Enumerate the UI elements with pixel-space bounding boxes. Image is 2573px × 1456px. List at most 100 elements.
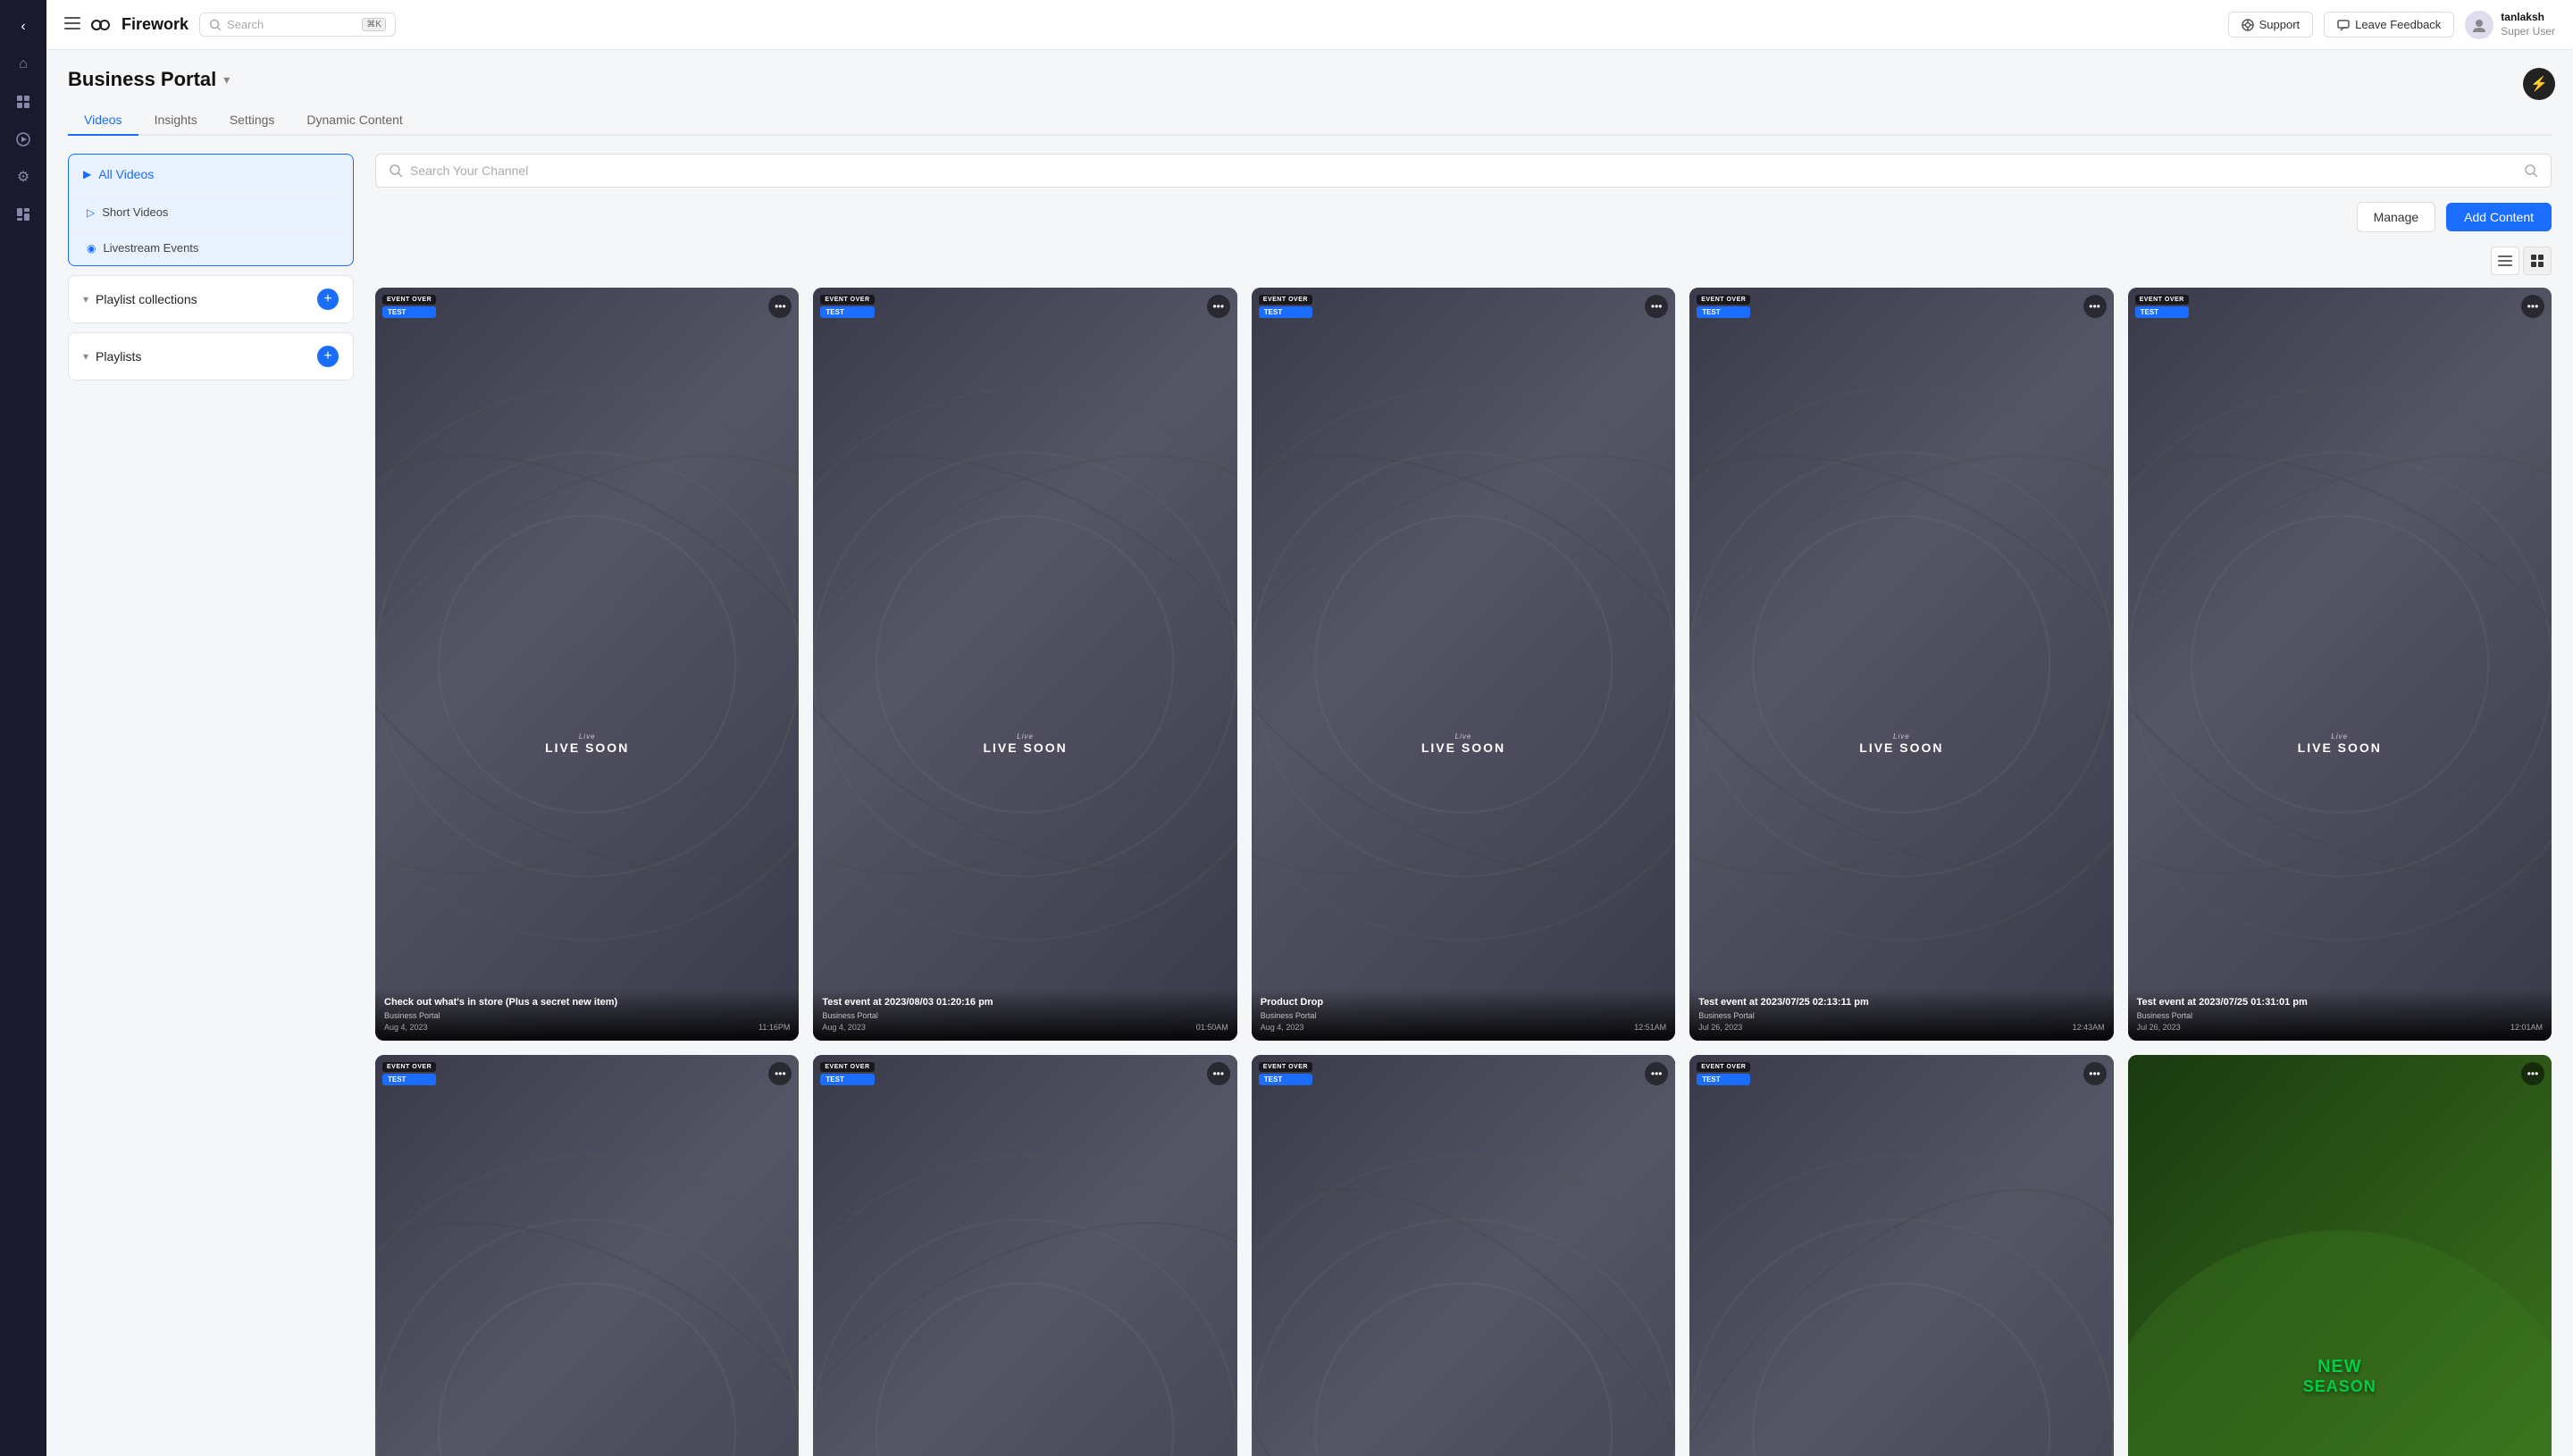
video-card[interactable]: Live LIVE SOON EVENT OVER TEST ••• [2128, 288, 2552, 1041]
more-options-button[interactable]: ••• [1207, 1062, 1230, 1085]
main-wrapper: Firework Search ⌘K Support [46, 0, 2573, 1456]
home-icon[interactable]: ⌂ [7, 48, 39, 80]
playlist-collections-header[interactable]: ▾ Playlist collections + [69, 276, 353, 322]
event-over-badge: EVENT OVER [382, 1062, 436, 1072]
video-channel: Business Portal [2137, 1011, 2543, 1020]
all-videos-item[interactable]: ▶ All Videos [69, 155, 353, 194]
chevron-down-icon-2: ▾ [83, 350, 88, 363]
grid-icon[interactable] [7, 86, 39, 118]
main-content: Manage Add Content [354, 154, 2552, 1456]
list-view-button[interactable] [2491, 247, 2519, 275]
video-card[interactable]: NEW SEASON ••• [2128, 1055, 2552, 1456]
more-options-button[interactable]: ••• [2083, 295, 2107, 318]
channel-search-bar[interactable] [375, 154, 2552, 188]
more-options-button[interactable]: ••• [2521, 1062, 2544, 1085]
user-name: tanlaksh [2501, 11, 2555, 25]
leave-feedback-button[interactable]: Leave Feedback [2324, 12, 2454, 38]
more-options-button[interactable]: ••• [2521, 295, 2544, 318]
video-meta: Jul 26, 202312:43AM [1698, 1023, 2104, 1032]
video-title: Test event at 2023/07/25 01:31:01 pm [2137, 996, 2543, 1008]
livestream-item[interactable]: ◉ Livestream Events [69, 230, 353, 265]
short-video-icon: ▷ [87, 206, 95, 219]
tab-settings[interactable]: Settings [214, 105, 291, 136]
user-menu[interactable]: tanlaksh Super User [2465, 11, 2555, 39]
add-content-button[interactable]: Add Content [2446, 203, 2552, 231]
dashboard-icon[interactable] [7, 198, 39, 230]
page-title: Business Portal [68, 68, 216, 91]
video-card[interactable]: EVENT OVER TEST ••• [1689, 1055, 2113, 1456]
user-role: Super User [2501, 25, 2555, 39]
search-shortcut: ⌘K [362, 18, 386, 31]
playlists-header[interactable]: ▾ Playlists + [69, 333, 353, 380]
event-over-badge: EVENT OVER [382, 295, 436, 305]
search-bar[interactable]: Search ⌘K [199, 13, 396, 37]
video-channel: Business Portal [384, 1011, 790, 1020]
more-options-button[interactable]: ••• [1645, 295, 1668, 318]
avatar [2465, 11, 2493, 39]
video-meta: Aug 4, 202312:51AM [1261, 1023, 1666, 1032]
topbar-right: Support Leave Feedback tanlaksh Super Us… [2228, 11, 2555, 39]
sidebar-playlist-collections[interactable]: ▾ Playlist collections + [68, 275, 354, 323]
event-over-badge: EVENT OVER [820, 1062, 874, 1072]
icon-rail: ‹ ⌂ ⚙ [0, 0, 46, 1456]
test-badge: TEST [820, 1074, 874, 1085]
more-options-button[interactable]: ••• [1645, 1062, 1668, 1085]
test-badge: TEST [1697, 1074, 1750, 1085]
play-icon: ▶ [83, 168, 91, 180]
sidebar-all-videos[interactable]: ▶ All Videos ▷ Short Videos ◉ Livestream… [68, 154, 354, 266]
video-card[interactable]: Live LIVE SOON EVENT OVER TEST ••• [813, 288, 1236, 1041]
logo-text: Firework [122, 15, 189, 34]
add-playlist-button[interactable]: + [317, 346, 339, 367]
event-over-badge: EVENT OVER [2135, 295, 2189, 305]
tab-dynamic-content[interactable]: Dynamic Content [290, 105, 418, 136]
all-videos-label: All Videos [98, 167, 154, 181]
playlists-left: ▾ Playlists [83, 349, 141, 364]
playlist-collections-label: Playlist collections [96, 292, 197, 306]
video-card[interactable]: Live LIVE SOON EVENT OVER TEST ••• [1252, 288, 1675, 1041]
video-meta: Aug 4, 2023 11:16PM [384, 1023, 790, 1032]
test-badge: TEST [1259, 306, 1312, 318]
video-card[interactable]: EVENT OVER TEST ••• [375, 1055, 799, 1456]
event-over-badge: EVENT OVER [1259, 1062, 1312, 1072]
video-card[interactable]: Live LIVE SOON EVENT OVER TEST ••• [1689, 288, 2113, 1041]
settings-icon[interactable]: ⚙ [7, 161, 39, 193]
channel-search-input[interactable] [410, 163, 2517, 178]
tab-videos[interactable]: Videos [68, 105, 138, 136]
logo: Firework [91, 15, 189, 34]
grid-view-button[interactable] [2523, 247, 2552, 275]
content-actions: Manage Add Content [375, 202, 2552, 232]
add-playlist-collection-button[interactable]: + [317, 289, 339, 310]
event-over-badge: EVENT OVER [820, 295, 874, 305]
hamburger-button[interactable] [64, 15, 80, 34]
sidebar-playlists[interactable]: ▾ Playlists + [68, 332, 354, 381]
video-card[interactable]: EVENT OVER TEST ••• [813, 1055, 1236, 1456]
short-videos-label: Short Videos [102, 205, 168, 219]
manage-button[interactable]: Manage [2357, 202, 2436, 232]
sidebar: ▶ All Videos ▷ Short Videos ◉ Livestream… [68, 154, 354, 1456]
video-card[interactable]: Live LIVE SOON EVENT OVER TEST ••• [375, 288, 799, 1041]
content-area: ⚡ Business Portal ▾ Videos Insights Sett… [46, 50, 2573, 1456]
chevron-down-icon: ▾ [83, 293, 88, 305]
support-button[interactable]: Support [2228, 12, 2314, 38]
video-time: 11:16PM [758, 1023, 790, 1032]
playlists-label: Playlists [96, 349, 141, 364]
video-date: Aug 4, 2023 [384, 1023, 428, 1032]
flash-icon[interactable]: ⚡ [2523, 68, 2555, 100]
more-options-button[interactable]: ••• [2083, 1062, 2107, 1085]
tabs: Videos Insights Settings Dynamic Content [68, 105, 2552, 136]
video-grid: Live LIVE SOON EVENT OVER TEST ••• [375, 288, 2552, 1456]
play-circle-icon[interactable] [7, 123, 39, 155]
test-badge: TEST [1697, 306, 1750, 318]
video-card[interactable]: EVENT OVER TEST ••• [1252, 1055, 1675, 1456]
tab-insights[interactable]: Insights [138, 105, 214, 136]
more-options-button[interactable]: ••• [1207, 295, 1230, 318]
more-options-button[interactable]: ••• [768, 295, 792, 318]
page-header: Business Portal ▾ [68, 68, 2552, 91]
collapse-rail-icon[interactable]: ‹ [7, 11, 39, 43]
more-options-button[interactable]: ••• [768, 1062, 792, 1085]
page-title-chevron-icon[interactable]: ▾ [223, 72, 230, 88]
video-channel: Business Portal [822, 1011, 1228, 1020]
video-channel: Business Portal [1698, 1011, 2104, 1020]
search-placeholder: Search [227, 18, 264, 31]
short-videos-item[interactable]: ▷ Short Videos [69, 194, 353, 230]
